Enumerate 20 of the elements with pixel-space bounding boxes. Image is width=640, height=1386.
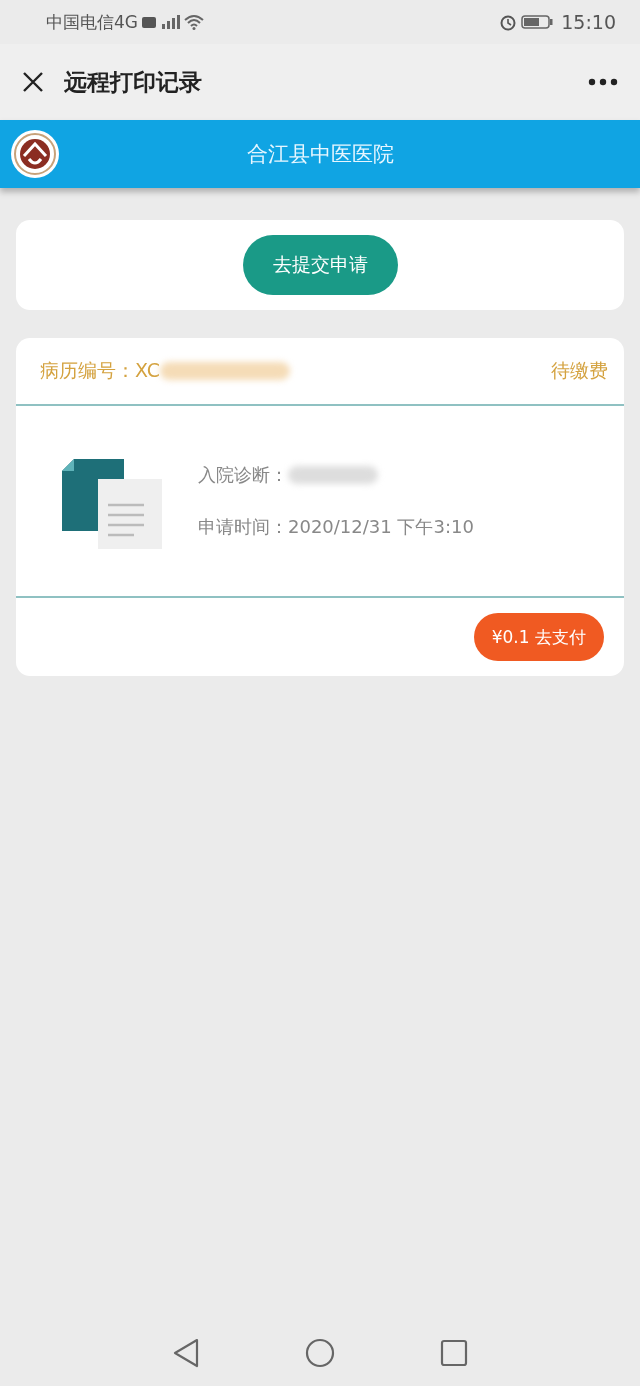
alarm-icon (499, 13, 518, 31)
hospital-name: 合江县中医医院 (245, 141, 395, 168)
submit-application-button[interactable]: 去提交申请 (242, 235, 398, 295)
pay-button[interactable]: ¥0.1 去支付 (473, 613, 604, 661)
close-icon[interactable] (22, 71, 44, 93)
wifi-icon (184, 14, 204, 30)
home-icon[interactable] (305, 1338, 335, 1368)
application-time: 申请时间：2020/12/31 下午3:10 (198, 515, 474, 539)
back-icon[interactable] (172, 1338, 200, 1368)
carrier-text: 中国电信4G (46, 10, 138, 34)
diagnosis-label: 入院诊断： (198, 463, 288, 487)
signal-icon (160, 15, 180, 29)
more-icon[interactable] (588, 78, 618, 86)
battery-icon (521, 15, 554, 29)
page-title: 远程打印记录 (64, 67, 202, 97)
clock-text: 15:10 (561, 11, 616, 33)
recents-icon[interactable] (440, 1339, 468, 1367)
payment-status: 待缴费 (551, 358, 608, 383)
hospital-logo-icon (10, 129, 60, 179)
record-number: 病历编号：XC (40, 358, 160, 383)
